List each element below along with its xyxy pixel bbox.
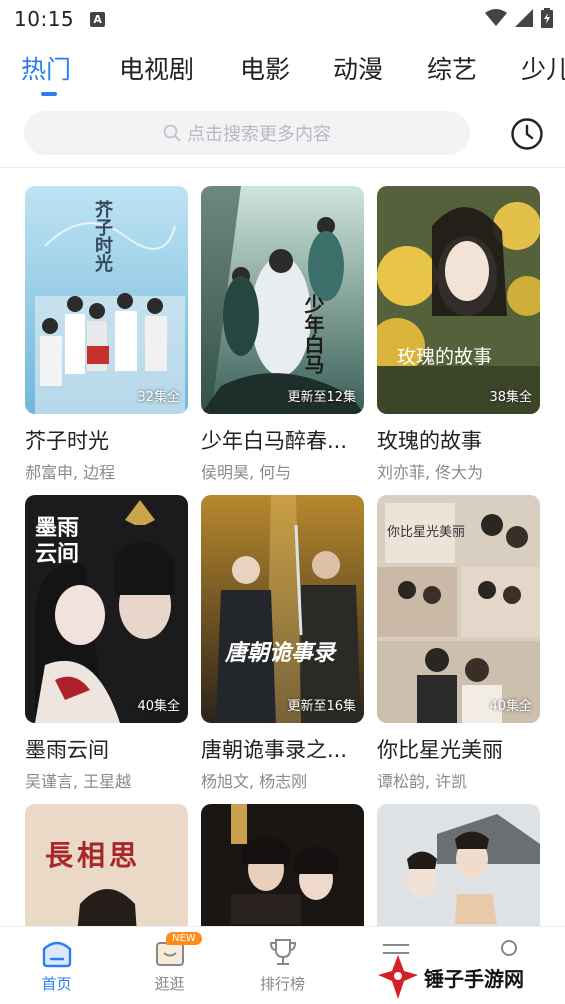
search-placeholder: 点击搜索更多内容 [187,124,331,145]
tab-tv-series[interactable]: 电视剧 [119,50,194,86]
wifi-icon [485,9,507,26]
search-icon [163,124,181,142]
show-cast: 谭松韵, 许凯 [377,772,468,791]
status-icons [485,8,553,28]
tab-active-indicator [41,92,57,96]
status-time: 10:15 [14,7,75,31]
trophy-icon [269,939,296,965]
poster-image: 芥子时光 32集全 [25,186,188,414]
poster-title-art: 芥子时光 [92,200,113,272]
show-title: 玫瑰的故事 [377,429,482,453]
show-cast: 侯明昊, 何与 [201,463,292,482]
poster-image: 唐朝诡事录 更新至16集 [201,495,364,723]
show-cast: 郝富申, 边程 [25,463,116,482]
show-cast: 刘亦菲, 佟大为 [377,463,484,482]
header-divider [0,167,565,168]
nav-ranking[interactable]: 排行榜 [226,927,339,1004]
show-title: 你比星光美丽 [377,738,503,762]
tab-kids[interactable]: 少儿 [521,50,565,86]
poster-title-art: 墨雨云间 [35,515,80,567]
show-card[interactable]: 唐朝诡事录 更新至16集 唐朝诡事录之... 杨旭文, 杨志刚 [201,495,364,792]
poster-image: 少年白马 更新至12集 [201,186,364,414]
site-watermark: 锤子手游网 [378,952,558,1002]
poster-title-art: 你比星光美丽 [387,525,466,540]
show-title: 芥子时光 [25,429,109,453]
poster-title-art: 玫瑰的故事 [397,346,493,368]
watermark-logo-icon [378,955,418,999]
show-card[interactable]: 少年白马 更新至12集 少年白马醉春... 侯明昊, 何与 [201,186,364,483]
episode-badge: 32集全 [137,390,180,405]
tab-movies[interactable]: 电影 [240,50,290,86]
episode-badge: 更新至12集 [287,390,356,405]
show-title: 墨雨云间 [25,738,109,762]
tab-hot[interactable]: 热门 [21,50,71,86]
search-input[interactable]: 点击搜索更多内容 [24,111,470,155]
poster-image: 玫瑰的故事 38集全 [377,186,540,414]
tab-variety[interactable]: 综艺 [427,50,477,86]
poster-image: 你比星光美丽 40集全 [377,495,540,723]
show-card[interactable]: 你比星光美丽 40集全 你比星光美丽 谭松韵, 许凯 [377,495,540,792]
notification-icon: A [90,11,106,27]
poster-title-art: 少年白马 [301,294,325,374]
new-badge: NEW [166,932,202,945]
home-icon [42,941,71,968]
poster-image: 墨雨云间 40集全 [25,495,188,723]
episode-badge: 38集全 [489,390,532,405]
nav-home[interactable]: 首页 [0,927,113,1004]
show-title: 少年白马醉春... [201,429,348,453]
status-bar: 10:15 A [0,0,565,38]
battery-icon [541,8,553,28]
show-card[interactable]: 芥子时光 32集全 芥子时光 郝富申, 边程 [25,186,188,483]
show-card[interactable]: 墨雨云间 40集全 墨雨云间 吴谨言, 王星越 [25,495,188,792]
poster-title-art: 長相思 [45,839,142,872]
episode-badge: 40集全 [137,699,180,714]
nav-ranking-label: 排行榜 [259,975,305,993]
episode-badge: 更新至16集 [287,699,356,714]
episode-badge: 40集全 [489,699,532,714]
show-title: 唐朝诡事录之... [201,738,348,762]
clock-icon[interactable] [510,117,544,151]
signal-icon [515,9,533,27]
watermark-text: 锤子手游网 [424,966,524,991]
nav-browse-label: 逛逛 [154,975,185,993]
category-tabs: 热门 电视剧 电影 动漫 综艺 少儿 [0,46,565,98]
nav-home-label: 首页 [41,975,72,993]
show-cast: 杨旭文, 杨志刚 [201,772,308,791]
poster-title-art: 唐朝诡事录 [225,640,336,666]
show-card[interactable]: 玫瑰的故事 38集全 玫瑰的故事 刘亦菲, 佟大为 [377,186,540,483]
show-cast: 吴谨言, 王星越 [25,772,132,791]
tab-anime[interactable]: 动漫 [333,50,383,86]
